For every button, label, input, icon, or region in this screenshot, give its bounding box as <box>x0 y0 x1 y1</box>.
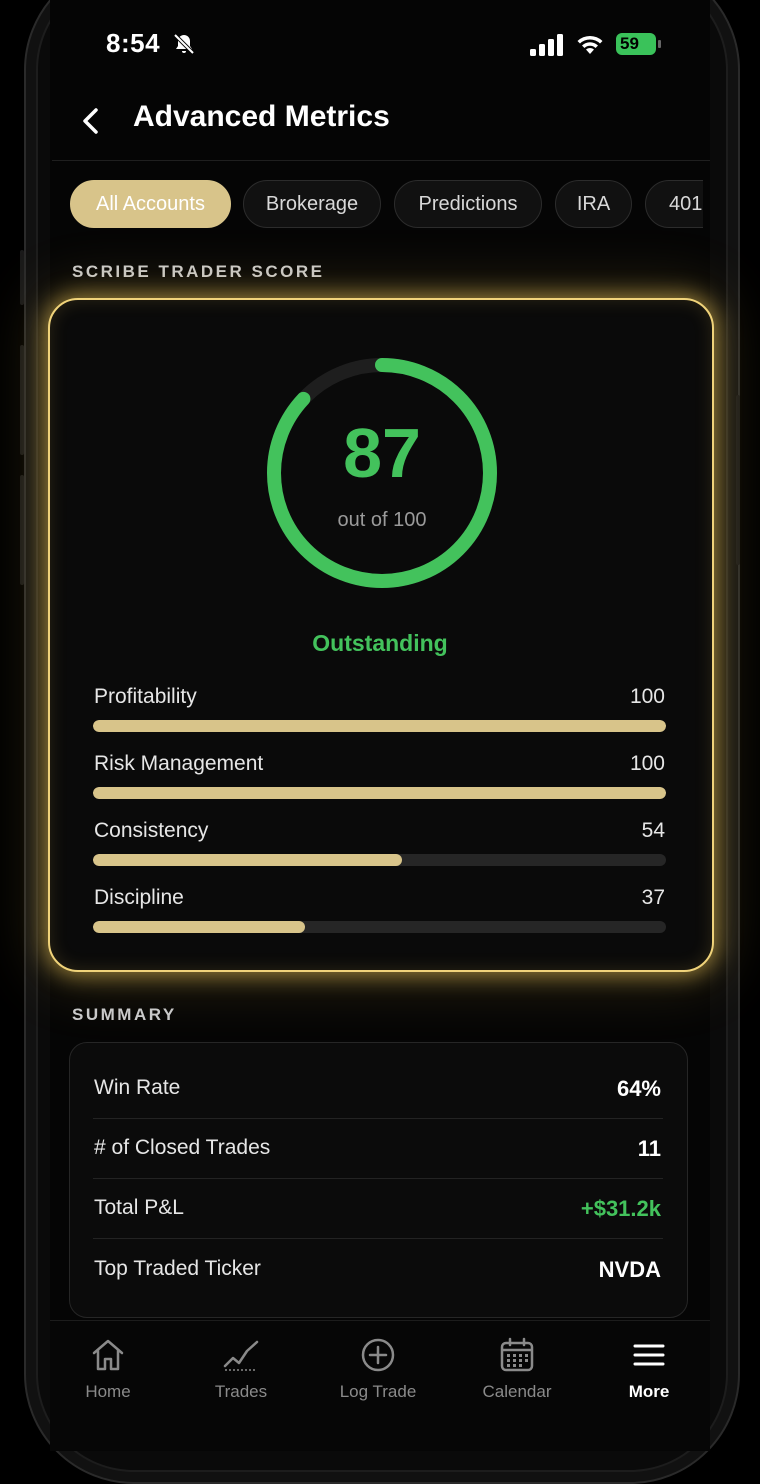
summary-divider <box>93 1178 663 1179</box>
score-section-heading: SCRIBE TRADER SCORE <box>72 262 325 281</box>
score-value: 87 <box>343 414 421 492</box>
nav-calendar[interactable]: Calendar <box>457 1336 577 1402</box>
score-rating: Outstanding <box>312 630 448 656</box>
battery-indicator: 59 <box>616 33 662 55</box>
calendar-icon <box>500 1337 534 1372</box>
metric-label-profitability: Profitability <box>94 685 197 708</box>
summary-value-top-ticker: NVDA <box>598 1257 661 1282</box>
tab-401[interactable]: 401 <box>645 180 703 228</box>
device-side-button <box>20 475 24 585</box>
metric-bar-consistency <box>93 854 666 866</box>
chart-line-icon <box>223 1340 259 1371</box>
nav-trades[interactable]: Trades <box>181 1336 301 1402</box>
device-side-button <box>736 395 740 565</box>
metric-bar-fill <box>93 787 666 799</box>
status-time: 8:54 <box>106 28 161 58</box>
tab-brokerage[interactable]: Brokerage <box>243 180 381 228</box>
nav-label-log-trade: Log Trade <box>339 1382 417 1401</box>
metric-label-consistency: Consistency <box>94 819 209 842</box>
summary-value-total-pnl: +$31.2k <box>580 1196 661 1221</box>
tab-all-accounts[interactable]: All Accounts <box>70 180 231 228</box>
nav-more[interactable]: More <box>589 1336 709 1402</box>
metric-bar-fill <box>93 854 403 866</box>
summary-heading: SUMMARY <box>72 1005 177 1024</box>
cellular-signal-icon <box>530 34 563 56</box>
silent-bell-icon <box>173 33 195 55</box>
summary-label-win-rate: Win Rate <box>94 1076 181 1099</box>
back-chevron-icon[interactable] <box>80 104 102 138</box>
tab-ira[interactable]: IRA <box>555 180 632 228</box>
metric-value-profitability: 100 <box>629 685 665 708</box>
metric-bar-profitability <box>93 720 666 732</box>
page-title: Advanced Metrics <box>133 100 390 133</box>
account-tabs: All Accounts Brokerage Predictions IRA 4… <box>70 180 703 230</box>
header-divider <box>52 160 710 161</box>
home-icon <box>92 1339 124 1371</box>
device-side-button <box>20 345 24 455</box>
metric-bar-fill <box>93 720 666 732</box>
summary-value-closed-trades: 11 <box>637 1136 661 1161</box>
wifi-icon <box>577 35 603 54</box>
summary-label-top-ticker: Top Traded Ticker <box>94 1257 261 1280</box>
summary-divider <box>93 1238 663 1239</box>
metric-label-discipline: Discipline <box>94 886 184 909</box>
metric-value-risk-management: 100 <box>629 752 665 775</box>
metric-value-consistency: 54 <box>641 819 665 842</box>
summary-label-closed-trades: # of Closed Trades <box>94 1136 271 1159</box>
summary-label-total-pnl: Total P&L <box>94 1196 184 1219</box>
score-out-of: out of 100 <box>337 509 427 531</box>
tab-predictions[interactable]: Predictions <box>394 180 542 228</box>
nav-label-more: More <box>628 1382 670 1401</box>
metric-value-discipline: 37 <box>641 886 665 909</box>
nav-label-trades: Trades <box>214 1382 268 1401</box>
battery-level: 59 <box>616 33 656 55</box>
metric-bar-discipline <box>93 921 666 933</box>
nav-home[interactable]: Home <box>48 1336 168 1402</box>
nav-label-calendar: Calendar <box>482 1382 552 1401</box>
summary-value-win-rate: 64% <box>616 1076 661 1101</box>
metric-label-risk-management: Risk Management <box>94 752 264 775</box>
plus-circle-icon <box>361 1338 395 1372</box>
summary-divider <box>93 1118 663 1119</box>
metric-bar-risk-management <box>93 787 666 799</box>
nav-label-home: Home <box>85 1382 131 1401</box>
menu-icon <box>633 1344 665 1366</box>
device-side-button <box>20 250 24 305</box>
nav-log-trade[interactable]: Log Trade <box>318 1336 438 1402</box>
metric-bar-fill <box>93 921 305 933</box>
battery-tip <box>658 40 661 48</box>
